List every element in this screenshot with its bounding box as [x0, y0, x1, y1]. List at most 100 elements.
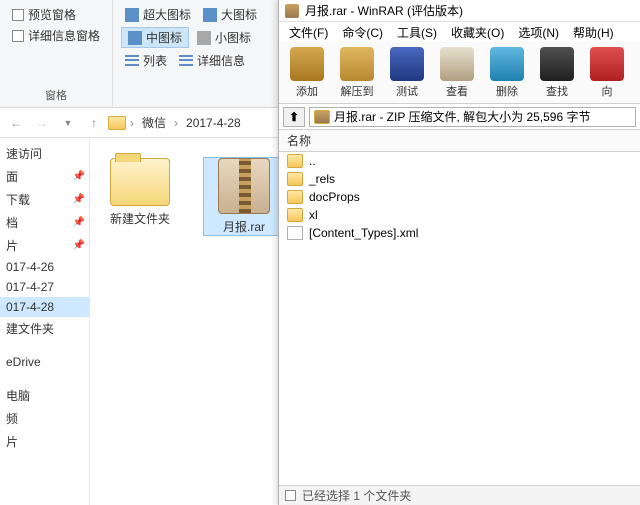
list-row-file[interactable]: [Content_Types].xml: [279, 224, 640, 242]
ribbon-group-label: 窗格: [8, 85, 104, 105]
winrar-status-bar: 已经选择 1 个文件夹: [279, 485, 640, 505]
chevron-right-icon: ›: [172, 116, 180, 130]
sidebar-folder[interactable]: 017-4-28: [0, 297, 89, 317]
sidebar-documents[interactable]: 档📌: [0, 211, 89, 234]
file-label: 月报.rar: [204, 218, 284, 235]
winrar-window: 月报.rar - WinRAR (评估版本) 文件(F) 命令(C) 工具(S)…: [278, 0, 640, 505]
menu-tools[interactable]: 工具(S): [391, 23, 443, 42]
menu-options[interactable]: 选项(N): [512, 23, 565, 42]
nav-forward-button[interactable]: →: [30, 111, 54, 135]
wizard-icon: [590, 47, 624, 81]
details-pane-label: 详细信息窗格: [28, 27, 100, 44]
view-details[interactable]: 详细信息: [175, 50, 249, 71]
add-archive-icon: [290, 47, 324, 81]
pin-icon: 📌: [73, 194, 85, 205]
list-row-up[interactable]: ..: [279, 152, 640, 170]
nav-back-button[interactable]: ←: [4, 111, 28, 135]
up-arrow-icon: ⬆: [289, 110, 299, 124]
toolbar-view-button[interactable]: 查看: [433, 44, 481, 102]
winrar-column-header: 名称: [279, 130, 640, 152]
toolbar-test-button[interactable]: 测试: [383, 44, 431, 102]
sidebar-folder[interactable]: 017-4-26: [0, 257, 89, 277]
winrar-path-bar: ⬆ 月报.rar - ZIP 压缩文件, 解包大小为 25,596 字节: [279, 104, 640, 130]
view-large[interactable]: 大图标: [199, 4, 261, 25]
sidebar-this-pc[interactable]: 电脑: [0, 384, 89, 407]
winrar-menubar: 文件(F) 命令(C) 工具(S) 收藏夹(O) 选项(N) 帮助(H): [279, 22, 640, 42]
folder-icon: [287, 172, 303, 186]
sidebar-pictures[interactable]: 片📌: [0, 234, 89, 257]
toolbar-extract-button[interactable]: 解压到: [333, 44, 381, 102]
view-icon: [440, 47, 474, 81]
pin-icon: 📌: [73, 217, 85, 228]
checkbox-icon: [12, 9, 24, 21]
sidebar-desktop[interactable]: 面📌: [0, 165, 89, 188]
file-item-rar[interactable]: 月报.rar: [204, 158, 284, 235]
folder-icon: [108, 116, 126, 130]
folder-up-icon: [287, 154, 303, 168]
view-small[interactable]: 小图标: [193, 27, 255, 48]
view-medium[interactable]: 中图标: [121, 27, 189, 48]
extract-icon: [340, 47, 374, 81]
test-icon: [390, 47, 424, 81]
tiles-icon: [125, 8, 139, 22]
archive-path-text: 月报.rar - ZIP 压缩文件, 解包大小为 25,596 字节: [334, 108, 591, 125]
toolbar-add-button[interactable]: 添加: [283, 44, 331, 102]
toolbar-wizard-button[interactable]: 向: [583, 44, 631, 102]
sidebar-onedrive[interactable]: eDrive: [0, 352, 89, 372]
view-list[interactable]: 列表: [121, 50, 171, 71]
rar-archive-icon: [218, 158, 270, 214]
folder-icon: [110, 158, 170, 206]
folder-icon: [287, 208, 303, 222]
list-icon: [125, 54, 139, 68]
winrar-file-list[interactable]: .. _rels docProps xl [Content_Types].xml: [279, 152, 640, 485]
sidebar-pictures[interactable]: 片: [0, 430, 89, 453]
window-title: 月报.rar - WinRAR (评估版本): [305, 2, 463, 19]
winrar-app-icon: [285, 4, 299, 18]
menu-command[interactable]: 命令(C): [336, 23, 389, 42]
archive-path-box[interactable]: 月报.rar - ZIP 压缩文件, 解包大小为 25,596 字节: [309, 107, 636, 127]
chevron-right-icon: ›: [128, 116, 136, 130]
archive-icon: [314, 110, 330, 124]
find-icon: [540, 47, 574, 81]
tiles-icon: [128, 31, 142, 45]
menu-favorites[interactable]: 收藏夹(O): [445, 23, 510, 42]
file-label: 新建文件夹: [100, 210, 180, 227]
ribbon-group-panes: 预览窗格 详细信息窗格 窗格: [0, 0, 113, 107]
checkbox-icon: [285, 490, 296, 501]
status-text: 已经选择 1 个文件夹: [302, 487, 411, 504]
explorer-sidebar: 速访问 面📌 下载📌 档📌 片📌 017-4-26 017-4-27 017-4…: [0, 138, 90, 505]
nav-up-button[interactable]: ↑: [82, 111, 106, 135]
menu-file[interactable]: 文件(F): [283, 23, 334, 42]
toolbar-find-button[interactable]: 查找: [533, 44, 581, 102]
nav-history-button[interactable]: ▼: [56, 111, 80, 135]
toolbar-delete-button[interactable]: 删除: [483, 44, 531, 102]
go-up-button[interactable]: ⬆: [283, 107, 305, 127]
view-extra-large[interactable]: 超大图标: [121, 4, 195, 25]
menu-help[interactable]: 帮助(H): [567, 23, 620, 42]
tiles-icon: [197, 31, 211, 45]
list-row-folder[interactable]: xl: [279, 206, 640, 224]
list-row-folder[interactable]: _rels: [279, 170, 640, 188]
sidebar-folder[interactable]: 建文件夹: [0, 317, 89, 340]
details-pane-toggle[interactable]: 详细信息窗格: [8, 25, 104, 46]
list-icon: [179, 54, 193, 68]
breadcrumb-item[interactable]: 2017-4-28: [182, 114, 245, 132]
tiles-icon: [203, 8, 217, 22]
sidebar-folder[interactable]: 017-4-27: [0, 277, 89, 297]
sidebar-videos[interactable]: 频: [0, 407, 89, 430]
checkbox-icon: [12, 30, 24, 42]
delete-icon: [490, 47, 524, 81]
preview-pane-toggle[interactable]: 预览窗格: [8, 4, 104, 25]
pin-icon: 📌: [73, 240, 85, 251]
sidebar-downloads[interactable]: 下载📌: [0, 188, 89, 211]
folder-icon: [287, 190, 303, 204]
winrar-titlebar[interactable]: 月报.rar - WinRAR (评估版本): [279, 0, 640, 22]
breadcrumb-item[interactable]: 微信: [138, 112, 170, 133]
list-row-folder[interactable]: docProps: [279, 188, 640, 206]
file-item-folder[interactable]: 新建文件夹: [100, 158, 180, 227]
sidebar-quick-access[interactable]: 速访问: [0, 142, 89, 165]
file-icon: [287, 226, 303, 240]
preview-pane-label: 预览窗格: [28, 6, 76, 23]
pin-icon: 📌: [73, 171, 85, 182]
column-name[interactable]: 名称: [287, 132, 311, 149]
